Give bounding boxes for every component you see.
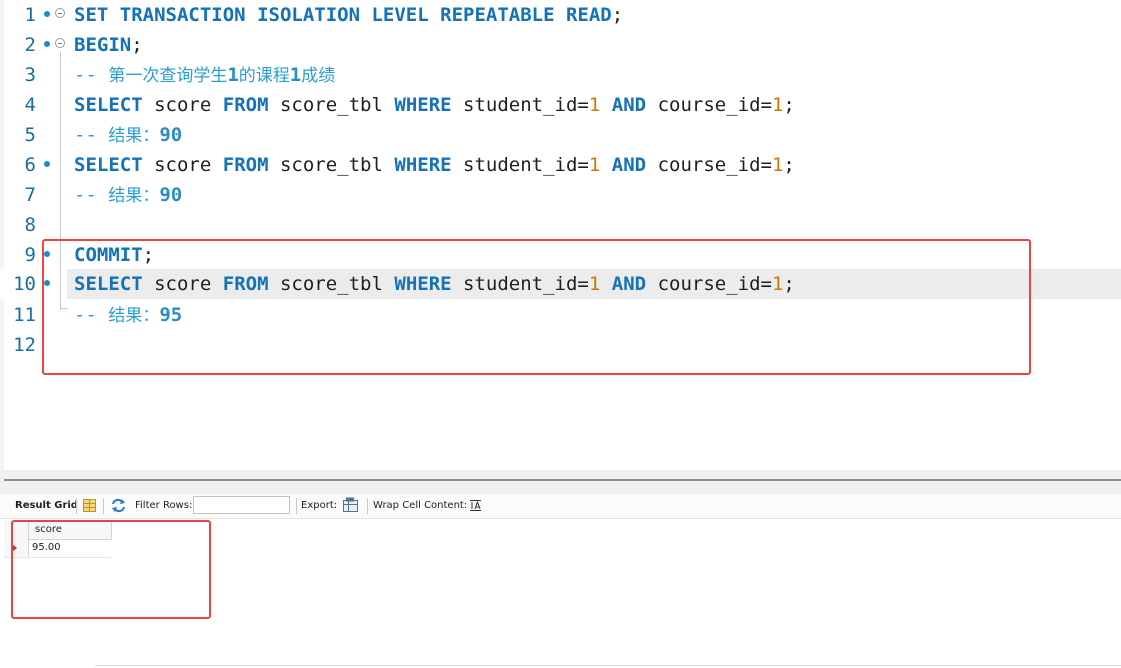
highlight-box-code	[42, 239, 1031, 375]
code-text[interactable]: SELECT score FROM score_tbl WHERE studen…	[74, 90, 795, 120]
line-number: 12	[13, 334, 36, 356]
result-grid-tab[interactable]: Result Grid	[15, 500, 78, 511]
code-line-3[interactable]: 3 -- 第一次查询学生1的课程1成绩	[0, 60, 1121, 90]
breakpoint-dot-icon[interactable]	[44, 11, 50, 17]
line-number: 10	[13, 273, 36, 295]
highlight-box-result	[11, 520, 211, 619]
breakpoint-dot-icon[interactable]	[44, 161, 50, 167]
toolbar-separator	[296, 498, 297, 514]
toolbar-separator	[367, 498, 368, 514]
code-line-2[interactable]: 2 BEGIN;	[0, 30, 1121, 60]
code-text[interactable]: SELECT score FROM score_tbl WHERE studen…	[74, 150, 795, 180]
breakpoint-dot-icon[interactable]	[44, 41, 50, 47]
code-line-7[interactable]: 7 -- 结果：90	[0, 180, 1121, 210]
grid-view-icon[interactable]	[83, 499, 96, 512]
fold-toggle-icon[interactable]	[55, 38, 65, 48]
refresh-icon[interactable]	[110, 498, 127, 513]
line-number: 8	[24, 214, 36, 236]
comment-text[interactable]: -- 结果：90	[74, 180, 182, 210]
line-number: 11	[13, 304, 36, 326]
sql-editor[interactable]: 1 SET TRANSACTION ISOLATION LEVEL REPEAT…	[0, 0, 1121, 470]
fold-toggle-icon[interactable]	[55, 8, 65, 18]
result-toolbar: Result Grid Filter Rows: Export: Wrap Ce…	[0, 494, 1121, 519]
export-label: Export:	[301, 500, 338, 511]
comment-text[interactable]: -- 结果：90	[74, 120, 182, 150]
result-grid[interactable]: score 95.00	[0, 519, 1121, 668]
filter-rows-label: Filter Rows:	[135, 500, 193, 511]
toolbar-separator	[76, 498, 77, 514]
export-icon[interactable]	[342, 497, 359, 513]
code-line-8[interactable]: 8	[0, 210, 1121, 240]
code-line-5[interactable]: 5 -- 结果：90	[0, 120, 1121, 150]
line-number: 9	[24, 244, 36, 266]
panel-splitter[interactable]	[0, 470, 1121, 494]
comment-text[interactable]: -- 第一次查询学生1的课程1成绩	[74, 60, 335, 90]
line-number: 5	[24, 124, 36, 146]
code-text[interactable]: BEGIN;	[74, 30, 143, 60]
bottom-divider	[95, 665, 1121, 666]
wrap-cell-label: Wrap Cell Content:	[373, 500, 468, 511]
code-text[interactable]: SET TRANSACTION ISOLATION LEVEL REPEATAB…	[74, 0, 623, 30]
toolbar-separator	[103, 498, 104, 514]
code-line-1[interactable]: 1 SET TRANSACTION ISOLATION LEVEL REPEAT…	[0, 0, 1121, 30]
line-number: 6	[24, 154, 36, 176]
line-number: 7	[24, 184, 36, 206]
line-number: 4	[24, 94, 36, 116]
filter-rows-input[interactable]	[193, 496, 290, 514]
line-number: 3	[24, 64, 36, 86]
line-number: 2	[24, 34, 36, 56]
code-line-4[interactable]: 4 SELECT score FROM score_tbl WHERE stud…	[0, 90, 1121, 120]
wrap-cell-icon[interactable]	[469, 499, 482, 512]
code-line-6[interactable]: 6 SELECT score FROM score_tbl WHERE stud…	[0, 150, 1121, 180]
line-number: 1	[24, 4, 36, 26]
